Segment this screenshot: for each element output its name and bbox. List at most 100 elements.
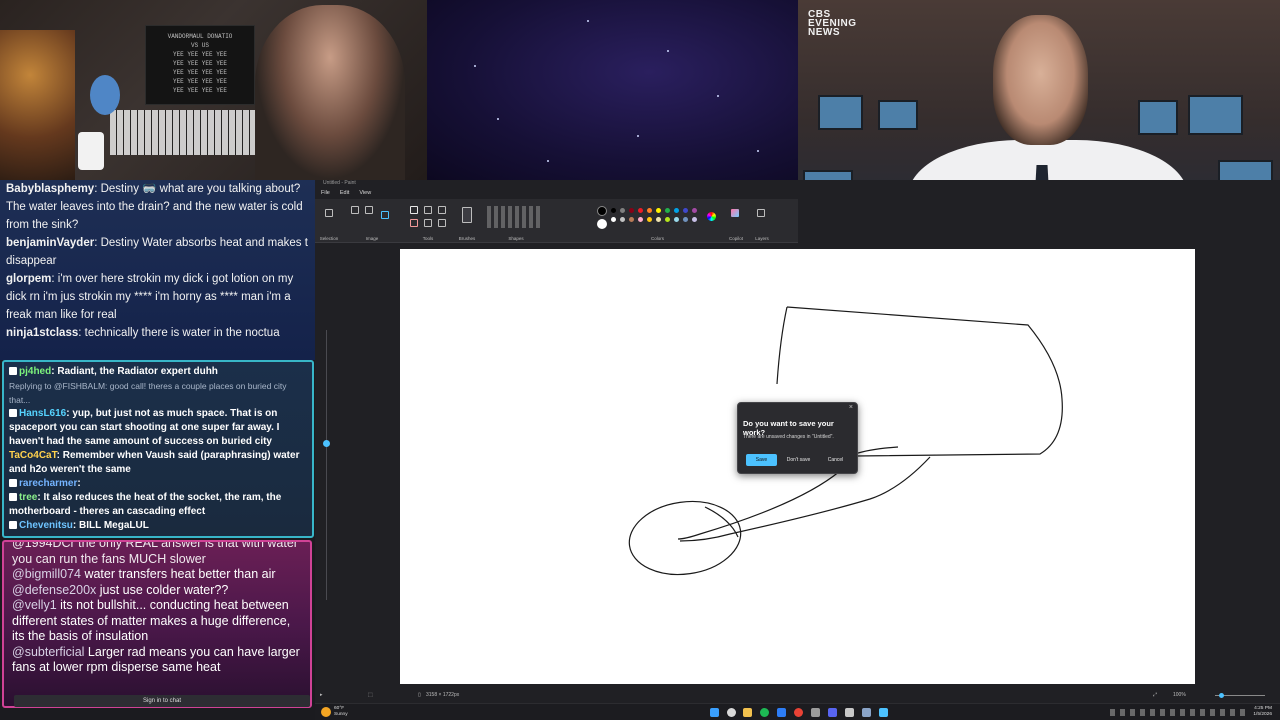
color-swatch[interactable] [638, 208, 643, 213]
chat-username[interactable]: ninja1stclass [6, 327, 78, 339]
weather-icon[interactable] [321, 707, 331, 717]
clock[interactable]: 4:25 PM 1/5/2026 [1253, 706, 1272, 718]
canvas-size: 3158 × 1722px [426, 692, 460, 698]
primary-color-icon[interactable] [597, 206, 607, 216]
chrome-icon[interactable] [794, 708, 803, 717]
ribbon-group-copilot[interactable]: Copilot [725, 203, 747, 241]
ribbon-toolbar: Selection Image Tools Brushes Shapes Col… [315, 199, 798, 243]
chat-username[interactable]: tree [19, 492, 37, 503]
chat-username[interactable]: @defense200x [12, 583, 96, 597]
chat-username[interactable]: rarecharmer [19, 478, 77, 489]
fill-icon [424, 206, 432, 214]
chat-message: TaCo4CaT: Remember when Vaush said (para… [9, 450, 300, 475]
store-icon[interactable] [777, 708, 786, 717]
badge-icon [9, 493, 17, 502]
close-icon[interactable]: × [849, 404, 853, 411]
zoom-rail[interactable] [323, 330, 330, 600]
start-icon[interactable] [710, 708, 719, 717]
color-picker-icon [424, 219, 432, 227]
color-swatch[interactable] [692, 208, 697, 213]
color-swatch[interactable] [629, 217, 634, 222]
donation-sign: VANDORMAUL DONATIO VS US YEE YEE YEE YEE… [145, 25, 255, 105]
magnifier-icon [438, 219, 446, 227]
settings-icon[interactable] [862, 708, 871, 717]
secondary-color-icon[interactable] [597, 219, 607, 229]
ribbon-group-selection[interactable]: Selection [317, 203, 341, 241]
sign-in-button[interactable]: Sign in to chat [14, 695, 310, 707]
badge-icon [9, 479, 17, 488]
color-swatch[interactable] [683, 217, 688, 222]
chat-panel-top: Babyblasphemy: Destiny 🥽 what are you ta… [0, 180, 315, 360]
color-swatch[interactable] [656, 208, 661, 213]
color-swatch[interactable] [674, 208, 679, 213]
save-button[interactable]: Save [746, 454, 777, 466]
badge-icon [9, 521, 17, 530]
color-swatch[interactable] [647, 208, 652, 213]
paint-icon[interactable] [879, 708, 888, 717]
color-swatch[interactable] [665, 208, 670, 213]
chat-username[interactable]: HansL616 [19, 408, 66, 419]
chat-message: @velly1 its not bullshit... conducting h… [12, 598, 291, 643]
chat-username[interactable]: pj4hed [19, 366, 51, 377]
chat-username[interactable]: @velly1 [12, 598, 57, 612]
chat-message: glorpem: i'm over here strokin my dick i… [6, 273, 294, 321]
chat-username[interactable]: TaCo4CaT [9, 450, 57, 461]
color-swatch[interactable] [620, 217, 625, 222]
chat-panel-bottom: @1994DCr the only REAL answer is that wi… [2, 540, 312, 708]
brush-icon [462, 207, 472, 223]
app-icon[interactable] [811, 708, 820, 717]
zoom-slider-thumb[interactable] [1219, 693, 1224, 698]
dont-save-button[interactable]: Don't save [783, 454, 814, 466]
color-swatch[interactable] [629, 208, 634, 213]
chat-username[interactable]: benjaminVayder [6, 237, 94, 249]
menu-file[interactable]: File [321, 187, 330, 199]
menu-view[interactable]: View [359, 187, 371, 199]
color-swatch[interactable] [647, 217, 652, 222]
selection-size-icon: ⬚ [368, 692, 373, 698]
chat-message: Chevenitsu: BILL MegaLUL [9, 519, 307, 533]
color-swatch[interactable] [683, 208, 688, 213]
fit-icon[interactable]: ⤢ [1153, 688, 1157, 703]
color-swatch[interactable] [674, 217, 679, 222]
piano-keyboard [110, 110, 260, 155]
chat-username[interactable]: @subterficial [12, 645, 84, 659]
ribbon-group-image[interactable]: Image [347, 203, 397, 241]
menu-bar: File Edit View [315, 187, 798, 199]
cancel-button[interactable]: Cancel [820, 454, 851, 466]
chat-message: pj4hed: Radiant, the Radiator expert duh… [9, 365, 307, 379]
zoom-level[interactable]: 100% [1173, 688, 1186, 703]
eraser-icon [410, 219, 418, 227]
mug [78, 132, 104, 170]
app-icon[interactable] [845, 708, 854, 717]
search-icon[interactable] [727, 708, 736, 717]
color-swatch[interactable] [692, 217, 697, 222]
edit-colors-icon[interactable] [707, 212, 716, 221]
streamer [255, 5, 405, 180]
color-swatch[interactable] [665, 217, 670, 222]
ribbon-group-brushes[interactable]: Brushes [455, 203, 479, 241]
file-explorer-icon[interactable] [743, 708, 752, 717]
system-tray[interactable] [1110, 709, 1250, 716]
window-title: Untitled - Paint [323, 180, 356, 186]
ribbon-group-colors[interactable]: Colors [595, 203, 720, 241]
lamp [0, 30, 75, 180]
color-swatch[interactable] [611, 208, 616, 213]
chat-username[interactable]: Babyblasphemy [6, 183, 94, 195]
chat-message: HansL616: yup, but just not as much spac… [9, 408, 280, 447]
plush-toy [90, 75, 120, 115]
ribbon-group-layers[interactable]: Layers [751, 203, 773, 241]
color-swatch[interactable] [611, 217, 616, 222]
ribbon-group-shapes[interactable]: Shapes [485, 203, 547, 241]
color-swatch[interactable] [638, 217, 643, 222]
menu-edit[interactable]: Edit [340, 187, 349, 199]
color-swatch[interactable] [656, 217, 661, 222]
chat-username[interactable]: Chevenitsu [19, 520, 73, 531]
discord-icon[interactable] [828, 708, 837, 717]
chat-username[interactable]: @bigmill074 [12, 567, 81, 581]
cursor-icon: ▸ [320, 692, 323, 698]
ribbon-group-tools[interactable]: Tools [407, 203, 449, 241]
chat-username[interactable]: glorpem [6, 273, 51, 285]
color-swatch[interactable] [620, 208, 625, 213]
weather-widget[interactable]: 60°F Sunny [334, 706, 348, 718]
spotify-icon[interactable] [760, 708, 769, 717]
